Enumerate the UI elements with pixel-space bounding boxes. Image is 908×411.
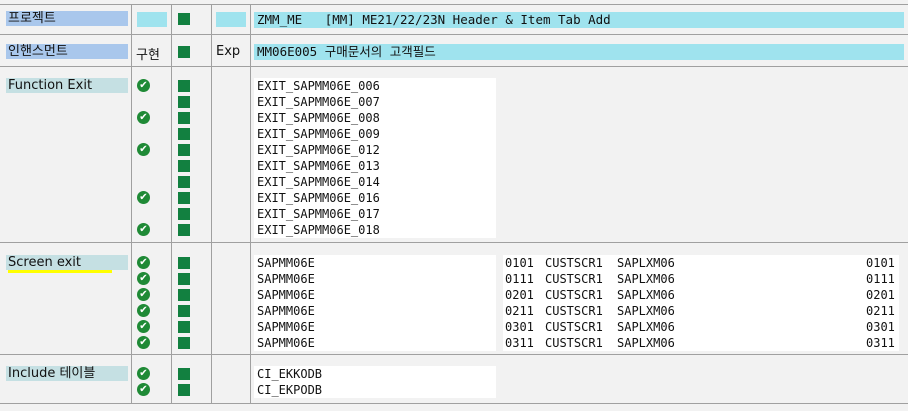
include-table-name[interactable]: CI_EKPODB [257,382,322,398]
green-square-icon [178,384,190,396]
screen-exit-called-prog: SAPLXM06 [617,320,675,334]
green-square-icon [178,368,190,380]
screen-exit-called-prog: SAPLXM06 [617,288,675,302]
check-circle-icon: ✔ [137,111,150,124]
screen-exit-called-prog: SAPLXM06 [617,304,675,318]
screen-exit-area: CUSTSCR1 [545,304,603,318]
project-label: 프로젝트 [6,11,128,26]
screen-exit-area: CUSTSCR1 [545,320,603,334]
green-square-icon [178,192,190,204]
screen-exit-called-prog: SAPLXM06 [617,336,675,350]
function-exit-name[interactable]: EXIT_SAPMM06E_014 [257,174,380,190]
enhancement-title: MM06E005 구매문서의 고객필드 [257,44,436,59]
function-exit-name[interactable]: EXIT_SAPMM06E_008 [257,110,380,126]
green-square-icon [178,96,190,108]
green-square-icon [178,257,190,269]
screen-exit-screen: 0101 [505,256,534,270]
green-square-icon [178,321,190,333]
check-circle-icon: ✔ [137,272,150,285]
green-square-icon [178,273,190,285]
function-exit-name[interactable]: EXIT_SAPMM06E_006 [257,78,380,94]
function-exit-name[interactable]: EXIT_SAPMM06E_007 [257,94,380,110]
screen-exit-screen: 0211 [505,304,534,318]
green-square-icon [178,128,190,140]
check-circle-icon: ✔ [137,367,150,380]
screen-exit-program[interactable]: SAPMM06E [257,287,315,303]
green-square-icon [178,144,190,156]
screen-exit-called-prog: SAPLXM06 [617,256,675,270]
screen-exit-called-prog: SAPLXM06 [617,272,675,286]
green-square-icon [178,46,190,58]
screen-exit-screen: 0311 [505,336,534,350]
project-exp-field [216,12,246,27]
include-table-name[interactable]: CI_EKKODB [257,366,322,382]
screen-exit-called-screen: 0201 [866,288,895,302]
function-exit-name[interactable]: EXIT_SAPMM06E_018 [257,222,380,238]
green-square-icon [178,80,190,92]
screen-exit-called-screen: 0211 [866,304,895,318]
screen-exit-called-screen: 0311 [866,336,895,350]
check-circle-icon: ✔ [137,223,150,236]
check-circle-icon: ✔ [137,288,150,301]
green-square-icon [178,337,190,349]
check-circle-icon: ✔ [137,143,150,156]
screen-exit-program[interactable]: SAPMM06E [257,335,315,351]
check-circle-icon: ✔ [137,256,150,269]
screen-exit-screen: 0111 [505,272,534,286]
green-square-icon [178,305,190,317]
screen-exit-called-screen: 0101 [866,256,895,270]
green-square-icon [178,176,190,188]
check-circle-icon: ✔ [137,79,150,92]
screen-exit-called-screen: 0111 [866,272,895,286]
function-exit-label: Function Exit [6,78,128,93]
check-circle-icon: ✔ [137,336,150,349]
check-circle-icon: ✔ [137,383,150,396]
impl-column-label: 구현 [136,48,160,63]
function-exit-name[interactable]: EXIT_SAPMM06E_017 [257,206,380,222]
screen-exit-label: Screen exit [6,255,128,270]
screen-exit-area: CUSTSCR1 [545,288,603,302]
green-square-icon [178,289,190,301]
check-circle-icon: ✔ [137,304,150,317]
green-square-icon [178,112,190,124]
check-circle-icon: ✔ [137,320,150,333]
check-circle-icon: ✔ [137,191,150,204]
include-table-label: Include 테이블 [6,366,128,381]
enhancement-label: 인핸스먼트 [6,44,128,59]
screen-exit-screen: 0201 [505,288,534,302]
screen-exit-area: CUSTSCR1 [545,336,603,350]
yellow-highlight-underline [8,270,112,273]
screen-exit-area: CUSTSCR1 [545,256,603,270]
function-exit-name[interactable]: EXIT_SAPMM06E_016 [257,190,380,206]
project-title: ZMM_ME [MM] ME21/22/23N Header & Item Ta… [257,12,611,27]
green-square-icon [178,13,190,25]
screen-exit-program[interactable]: SAPMM06E [257,271,315,287]
screen-exit-program[interactable]: SAPMM06E [257,255,315,271]
function-exit-name[interactable]: EXIT_SAPMM06E_009 [257,126,380,142]
screen-exit-area: CUSTSCR1 [545,272,603,286]
screen-exit-program[interactable]: SAPMM06E [257,303,315,319]
green-square-icon [178,224,190,236]
function-exit-name[interactable]: EXIT_SAPMM06E_013 [257,158,380,174]
function-exit-name[interactable]: EXIT_SAPMM06E_012 [257,142,380,158]
green-square-icon [178,208,190,220]
exp-column-label: Exp [216,44,241,59]
project-impl-field [137,12,167,27]
screen-exit-program[interactable]: SAPMM06E [257,319,315,335]
screen-exit-called-screen: 0301 [866,320,895,334]
screen-exit-screen: 0301 [505,320,534,334]
green-square-icon [178,160,190,172]
